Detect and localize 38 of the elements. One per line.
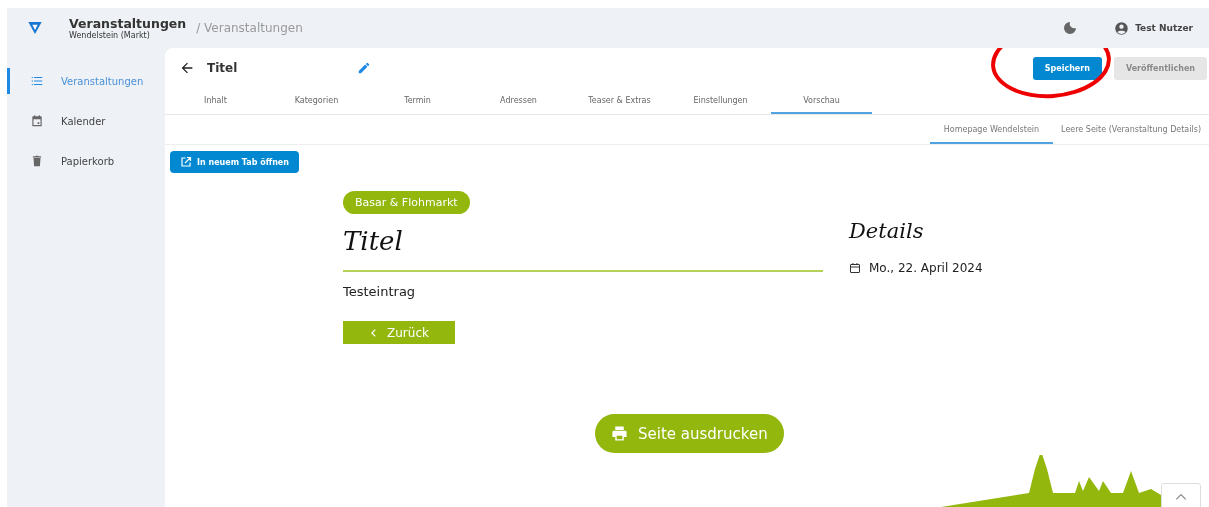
details-heading: Details <box>849 219 925 243</box>
sidebar-label: Kalender <box>61 115 106 127</box>
open-external-icon <box>180 156 192 168</box>
event-title: Titel <box>207 61 238 75</box>
logo-icon <box>27 20 43 36</box>
trash-icon <box>30 154 44 168</box>
category-tag: Basar & Flohmarkt <box>343 191 470 214</box>
event-date: Mo., 22. April 2024 <box>869 261 983 275</box>
user-name: Test Nutzer <box>1135 23 1193 33</box>
tab[interactable]: Vorschau <box>771 88 872 114</box>
list-icon <box>30 74 44 88</box>
pencil-icon[interactable] <box>357 61 372 75</box>
tab[interactable]: Termin <box>367 88 468 114</box>
tab[interactable]: Einstellungen <box>670 88 771 114</box>
breadcrumb: / Veranstaltungen <box>196 21 303 35</box>
back-arrow-icon[interactable] <box>179 60 195 76</box>
app-subtitle: Wendelstein (Markt) <box>69 31 150 40</box>
sidebar-label: Veranstaltungen <box>61 75 144 87</box>
tab[interactable]: Leere Seite (Veranstaltung Details) <box>1053 115 1209 144</box>
moon-icon[interactable] <box>1062 20 1079 36</box>
app-title: Veranstaltungen <box>69 16 187 31</box>
sidebar-item[interactable]: Papierkorb <box>7 148 165 174</box>
calendar-icon <box>30 114 44 128</box>
save-button[interactable]: Speichern <box>1032 56 1102 80</box>
printer-icon <box>611 425 628 442</box>
sidebar-label: Papierkorb <box>61 155 115 167</box>
user-menu-button[interactable]: Test Nutzer <box>1108 19 1199 37</box>
tab[interactable]: Homepage Wendelstein <box>929 115 1054 144</box>
preview-text: Testeintrag <box>343 284 416 299</box>
tab[interactable]: Inhalt <box>165 88 266 114</box>
open-in-new-tab-button[interactable]: In neuem Tab öffnen <box>170 151 299 173</box>
tab[interactable]: Adressen <box>468 88 569 114</box>
tab[interactable]: Teaser & Extras <box>569 88 670 114</box>
sidebar-item[interactable]: Kalender <box>7 108 165 134</box>
user-icon <box>1114 20 1130 36</box>
preview-title: Titel <box>343 226 403 256</box>
calendar-icon <box>849 262 861 274</box>
tab[interactable]: Kategorien <box>266 88 367 114</box>
